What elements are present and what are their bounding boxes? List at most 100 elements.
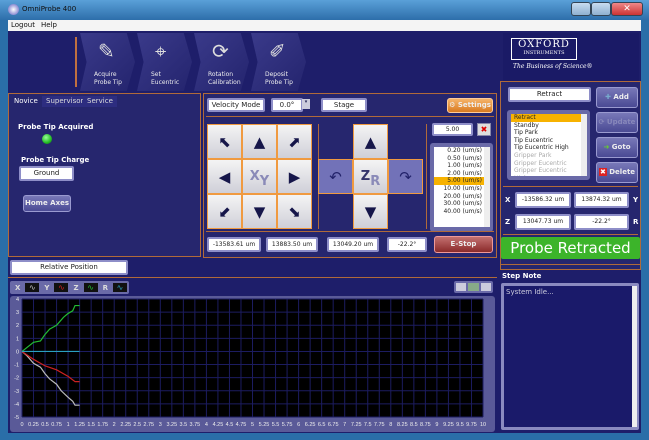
jog-down-left[interactable]: ⬋ <box>207 194 242 229</box>
position-name-field[interactable]: Retract <box>508 87 591 102</box>
y-tick-label: -3 <box>14 389 19 395</box>
position-option[interactable]: Tip Park <box>511 129 581 137</box>
settings-button[interactable]: ⚙ Settings <box>447 98 493 113</box>
goto-arrow-icon: ➜ <box>603 143 610 151</box>
delete-button[interactable]: ✖ Delete <box>596 162 638 183</box>
speed-field[interactable]: 5.00 <box>432 123 473 136</box>
jog-z-down[interactable]: ▼ <box>353 194 388 229</box>
minimize-button[interactable] <box>571 2 591 16</box>
jog-z-up[interactable]: ▲ <box>353 124 388 159</box>
close-button[interactable]: ✕ <box>611 2 643 16</box>
jog-up-left[interactable]: ⬉ <box>207 124 242 159</box>
x-tick-label: 7 <box>343 422 346 428</box>
tab-service[interactable]: Service <box>83 96 117 107</box>
y-tick-label: 3 <box>16 310 19 316</box>
jog-down[interactable]: ▼ <box>242 194 277 229</box>
y-tick-label: -2 <box>14 376 19 382</box>
legend-swatch-icon[interactable]: ∿ <box>54 283 69 292</box>
position-option[interactable]: Standby <box>511 122 581 130</box>
tool-rotation-calibration[interactable]: ⟳ Rotation Calibration <box>194 33 249 91</box>
speed-option[interactable]: 5.00 (um/s) <box>434 177 484 185</box>
divider <box>206 116 494 117</box>
speed-list[interactable]: 0.20 (um/s) 0.50 (um/s) 1.00 (um/s) 2.00 (u… <box>434 147 484 227</box>
speed-option[interactable]: 0.20 (um/s) <box>434 147 484 155</box>
menu-logout[interactable]: Logout <box>8 20 38 29</box>
legend-swatch-icon[interactable]: ∿ <box>83 283 98 292</box>
position-option[interactable]: Tip Eucentric <box>511 137 581 145</box>
divider <box>75 37 77 87</box>
rotate-cw-button[interactable]: ↷ <box>388 159 423 194</box>
x-tick-label: 7.75 <box>374 422 385 428</box>
maximize-button[interactable] <box>591 2 611 16</box>
jog-up-right[interactable]: ⬈ <box>277 124 312 159</box>
x-tick-label: 10 <box>480 422 486 428</box>
jog-up[interactable]: ▲ <box>242 124 277 159</box>
pan-icon[interactable] <box>456 283 467 291</box>
speed-option[interactable]: 2.00 (um/s) <box>434 170 484 178</box>
y-label: Y <box>633 196 639 204</box>
tool-acquire-probe-tip[interactable]: ✎ Acquire Probe Tip <box>80 33 135 91</box>
speed-option[interactable]: 20.00 (um/s) <box>434 193 484 201</box>
step-note-scrollbar[interactable] <box>632 286 637 427</box>
speed-list-scrollbar[interactable] <box>484 147 490 227</box>
rotate-ccw-button[interactable]: ↶ <box>318 159 353 194</box>
tool-set-eucentric[interactable]: ⌖ Set Eucentric <box>137 33 192 91</box>
tool-deposit-probe-tip[interactable]: ✐ Deposit Probe Tip <box>251 33 306 91</box>
mode-select[interactable]: Velocity Mode <box>207 98 265 112</box>
jog-down-right[interactable]: ⬊ <box>277 194 312 229</box>
legend-label: Y <box>44 283 50 292</box>
target-select[interactable]: Stage <box>321 98 367 112</box>
probe-status-banner: Probe Retracted <box>501 237 640 259</box>
hand-icon[interactable] <box>480 283 491 291</box>
x-tick-label: 9.25 <box>443 422 454 428</box>
tab-supervisor[interactable]: Supervisor <box>42 96 88 107</box>
speed-option[interactable]: 40.00 (um/s) <box>434 208 484 216</box>
speed-option[interactable]: 1.00 (um/s) <box>434 162 484 170</box>
x-tick-label: 1.75 <box>97 422 108 428</box>
position-option[interactable]: Gripper Park <box>511 152 581 160</box>
speed-option[interactable]: 0.50 (um/s) <box>434 155 484 163</box>
y-tick-label: 0 <box>16 349 19 355</box>
tab-novice[interactable]: Novice <box>10 96 42 107</box>
speed-option[interactable]: 30.00 (um/s) <box>434 200 484 208</box>
position-list-scrollbar[interactable] <box>581 114 587 176</box>
position-option[interactable]: Gripper Eucentric <box>511 160 581 168</box>
divider <box>206 231 494 232</box>
x-tick-label: 2 <box>113 422 116 428</box>
position-option[interactable]: Gripper Eucentric High <box>511 167 581 176</box>
legend-swatch-icon[interactable]: ∿ <box>25 283 40 292</box>
x-tick-label: 0.25 <box>28 422 39 428</box>
clear-icon[interactable]: ✖ <box>477 123 491 136</box>
add-button[interactable]: ✚ Add <box>596 87 638 108</box>
position-list[interactable]: Retract Standby Tip Park Tip Eucentric Tip E… <box>511 114 581 176</box>
x-tick-label: 1.25 <box>74 422 85 428</box>
x-tick-label: 1.5 <box>87 422 95 428</box>
jog-right[interactable]: ▶ <box>277 159 312 194</box>
x-tick-label: 5.5 <box>272 422 280 428</box>
y-tick-label: 4 <box>16 297 19 303</box>
x-tick-label: 6.25 <box>305 422 316 428</box>
estop-button[interactable]: E-Stop <box>434 236 493 253</box>
angle-field[interactable]: 0.0° <box>271 98 303 112</box>
refresh-icon: ⟳ <box>598 118 605 126</box>
home-axes-button[interactable]: Home Axes <box>23 195 71 212</box>
goto-button[interactable]: ➜ Goto <box>596 137 638 158</box>
speed-option[interactable]: 10.00 (um/s) <box>434 185 484 193</box>
probe-tip-icon: ✎ <box>98 39 115 63</box>
zoom-icon[interactable] <box>468 283 479 291</box>
rotation-icon: ⟳ <box>212 39 229 63</box>
jog-left[interactable]: ◀ <box>207 159 242 194</box>
relative-position-chart: 0 0.25 0.5 0.75 1 1.25 1.5 1.75 2 2.25 2.5 2.75 3 3.2… <box>14 297 486 428</box>
relative-position-select[interactable]: Relative Position <box>10 260 128 275</box>
saved-z-readout: 13047.73 um <box>515 214 571 230</box>
legend-swatch-icon[interactable]: ∿ <box>112 283 127 292</box>
menu-help[interactable]: Help <box>38 20 60 29</box>
chart-legend: X ∿ Y ∿ Z ∿ R ∿ <box>10 281 129 294</box>
position-option[interactable]: Retract <box>511 114 581 122</box>
delete-icon: ✖ <box>598 168 607 176</box>
angle-dropdown-icon[interactable]: ▾ <box>302 99 310 109</box>
divider <box>503 186 638 187</box>
update-button[interactable]: ⟳ Update <box>596 112 638 133</box>
position-option[interactable]: Tip Eucentric High <box>511 144 581 152</box>
probe-tip-charge-select[interactable]: Ground <box>19 166 74 181</box>
